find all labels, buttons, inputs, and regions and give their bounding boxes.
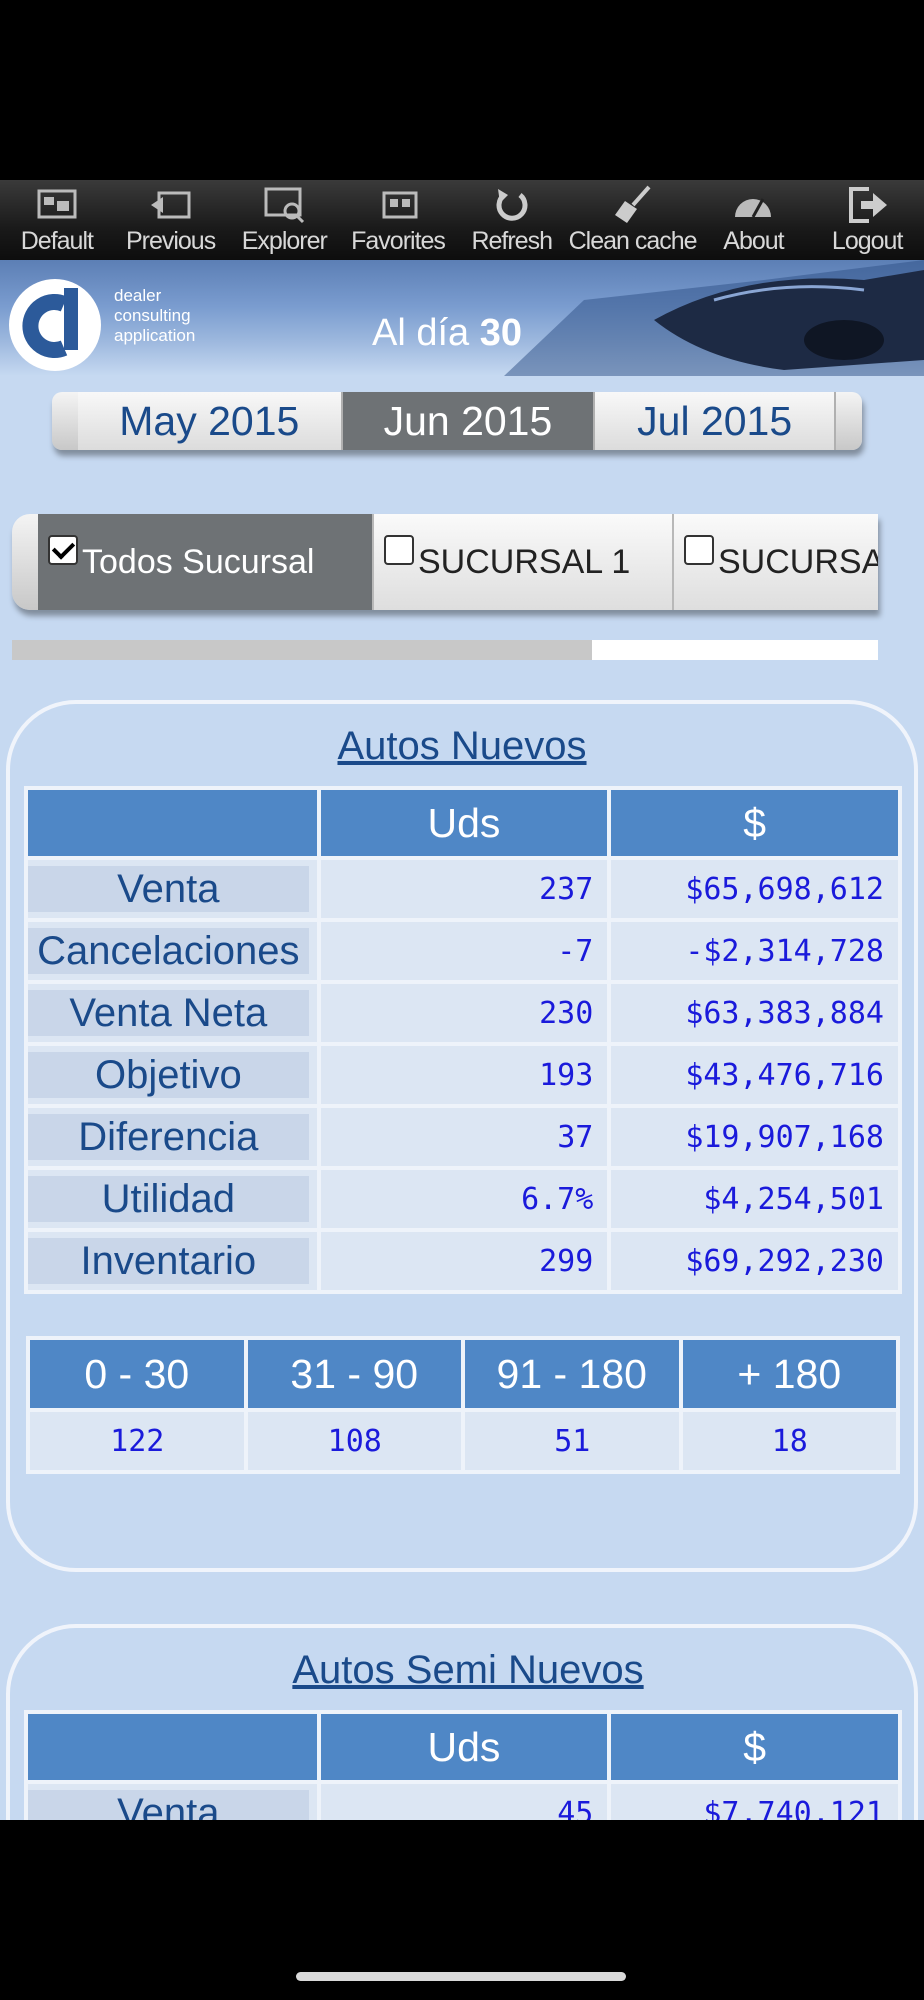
header-amount: $ — [611, 790, 898, 856]
toolbar-explorer-button[interactable]: Explorer — [227, 180, 341, 260]
autos-semi-nuevos-table: Uds $ Venta 45 $7,740,121 — [24, 1710, 902, 1820]
refresh-icon — [496, 189, 528, 221]
aging-value: 122 — [30, 1412, 244, 1470]
branch-tab-sucursal-1[interactable]: SUCURSAL 1 — [374, 514, 674, 610]
row-amount: $65,698,612 — [611, 860, 898, 918]
autos-nuevos-table: Uds $ Venta 237 $65,698,612 Cancelacione… — [24, 786, 902, 1294]
toolbar-default-button[interactable]: Default — [0, 180, 114, 260]
header-label — [28, 1714, 317, 1780]
toolbar-refresh-button[interactable]: Refresh — [455, 180, 569, 260]
checkbox-sucursal-2[interactable] — [684, 535, 714, 565]
favorites-icon — [382, 191, 418, 219]
row-amount: $7,740,121 — [611, 1784, 898, 1820]
gauge-icon — [735, 198, 772, 218]
branch-scrollbar-thumb[interactable] — [12, 640, 592, 660]
broom-icon — [614, 185, 651, 223]
car-banner-image — [504, 260, 924, 376]
table-header-row: Uds $ — [28, 1714, 898, 1780]
branch-scrollbar[interactable] — [12, 640, 878, 660]
previous-icon — [150, 191, 191, 219]
toolbar-about-button[interactable]: About — [697, 180, 811, 260]
row-label: Venta Neta — [28, 990, 309, 1036]
row-amount: $43,476,716 — [611, 1046, 898, 1104]
row-uds: -7 — [320, 922, 608, 980]
checkbox-todos[interactable] — [48, 535, 78, 565]
header-banner: dealer consulting application Al día 30 — [0, 260, 924, 376]
aging-header: 91 - 180 — [465, 1340, 679, 1408]
table-row: Venta Neta 230 $63,383,884 — [28, 984, 898, 1042]
row-uds: 230 — [320, 984, 608, 1042]
row-amount: $19,907,168 — [611, 1108, 898, 1166]
aging-header: 0 - 30 — [30, 1340, 244, 1408]
autos-nuevos-panel: Autos Nuevos Uds $ Venta 237 $65,698,612… — [6, 700, 918, 1572]
row-amount: $69,292,230 — [611, 1232, 898, 1290]
toolbar-clean-cache-button[interactable]: Clean cache — [569, 180, 698, 260]
branch-selector: Todos Sucursal SUCURSAL 1 SUCURSAL 2 — [12, 514, 878, 610]
inventory-aging-table: 0 - 30 31 - 90 91 - 180 + 180 122 108 51… — [26, 1336, 900, 1474]
row-uds: 37 — [320, 1108, 608, 1166]
page-title: Al día 30 — [372, 312, 523, 354]
branch-tab-sucursal-2[interactable]: SUCURSAL 2 — [674, 514, 878, 610]
logo-text: dealer consulting application — [114, 286, 196, 345]
table-row: Venta 45 $7,740,121 — [28, 1784, 898, 1820]
tab-jul-2015[interactable]: Jul 2015 — [595, 392, 837, 450]
logout-icon — [849, 187, 888, 223]
row-uds: 45 — [320, 1784, 608, 1820]
row-uds: 237 — [320, 860, 608, 918]
toolbar-favorites-button[interactable]: Favorites — [341, 180, 455, 260]
row-label: Diferencia — [28, 1114, 309, 1160]
autos-semi-nuevos-panel: Autos Semi Nuevos Uds $ Venta 45 $7,740,… — [6, 1624, 918, 1820]
month-selector: May 2015 Jun 2015 Jul 2015 — [52, 392, 862, 450]
row-uds: 6.7% — [320, 1170, 608, 1228]
row-label: Venta — [28, 1790, 309, 1820]
table-row: Objetivo 193 $43,476,716 — [28, 1046, 898, 1104]
dca-logo — [9, 279, 101, 371]
table-row: Diferencia 37 $19,907,168 — [28, 1108, 898, 1166]
table-row: Utilidad 6.7% $4,254,501 — [28, 1170, 898, 1228]
row-uds: 299 — [320, 1232, 608, 1290]
explorer-icon — [264, 187, 305, 224]
row-amount: -$2,314,728 — [611, 922, 898, 980]
autos-semi-nuevos-title[interactable]: Autos Semi Nuevos — [16, 1648, 920, 1693]
toolbar-logout-button[interactable]: Logout — [810, 180, 924, 260]
tab-may-2015[interactable]: May 2015 — [78, 392, 343, 450]
aging-header-row: 0 - 30 31 - 90 91 - 180 + 180 — [30, 1340, 896, 1408]
row-label: Inventario — [28, 1238, 309, 1284]
default-icon — [37, 189, 77, 219]
aging-value: 18 — [682, 1412, 896, 1470]
header-uds: Uds — [320, 1714, 608, 1780]
checkbox-sucursal-1[interactable] — [384, 535, 414, 565]
row-label: Venta — [28, 866, 309, 912]
header-uds: Uds — [320, 790, 608, 856]
branch-tab-todos[interactable]: Todos Sucursal — [38, 514, 374, 610]
row-label: Utilidad — [28, 1176, 309, 1222]
header-label — [28, 790, 317, 856]
app-screen: Default Previous Explorer Favorites Refr… — [0, 180, 924, 1820]
toolbar-previous-button[interactable]: Previous — [114, 180, 228, 260]
aging-header: 31 - 90 — [247, 1340, 461, 1408]
tab-jun-2015[interactable]: Jun 2015 — [342, 392, 596, 450]
row-label: Cancelaciones — [28, 928, 309, 974]
toolbar: Default Previous Explorer Favorites Refr… — [0, 180, 924, 260]
aging-value: 108 — [247, 1412, 461, 1470]
home-indicator[interactable] — [296, 1972, 626, 1981]
row-uds: 193 — [320, 1046, 608, 1104]
table-header-row: Uds $ — [28, 790, 898, 856]
autos-nuevos-title[interactable]: Autos Nuevos — [10, 724, 914, 769]
table-row: Cancelaciones -7 -$2,314,728 — [28, 922, 898, 980]
aging-values-row: 122 108 51 18 — [30, 1412, 896, 1470]
table-row: Venta 237 $65,698,612 — [28, 860, 898, 918]
aging-value: 51 — [465, 1412, 679, 1470]
aging-header: + 180 — [682, 1340, 896, 1408]
row-amount: $4,254,501 — [611, 1170, 898, 1228]
header-amount: $ — [611, 1714, 898, 1780]
row-amount: $63,383,884 — [611, 984, 898, 1042]
row-label: Objetivo — [28, 1052, 309, 1098]
table-row: Inventario 299 $69,292,230 — [28, 1232, 898, 1290]
